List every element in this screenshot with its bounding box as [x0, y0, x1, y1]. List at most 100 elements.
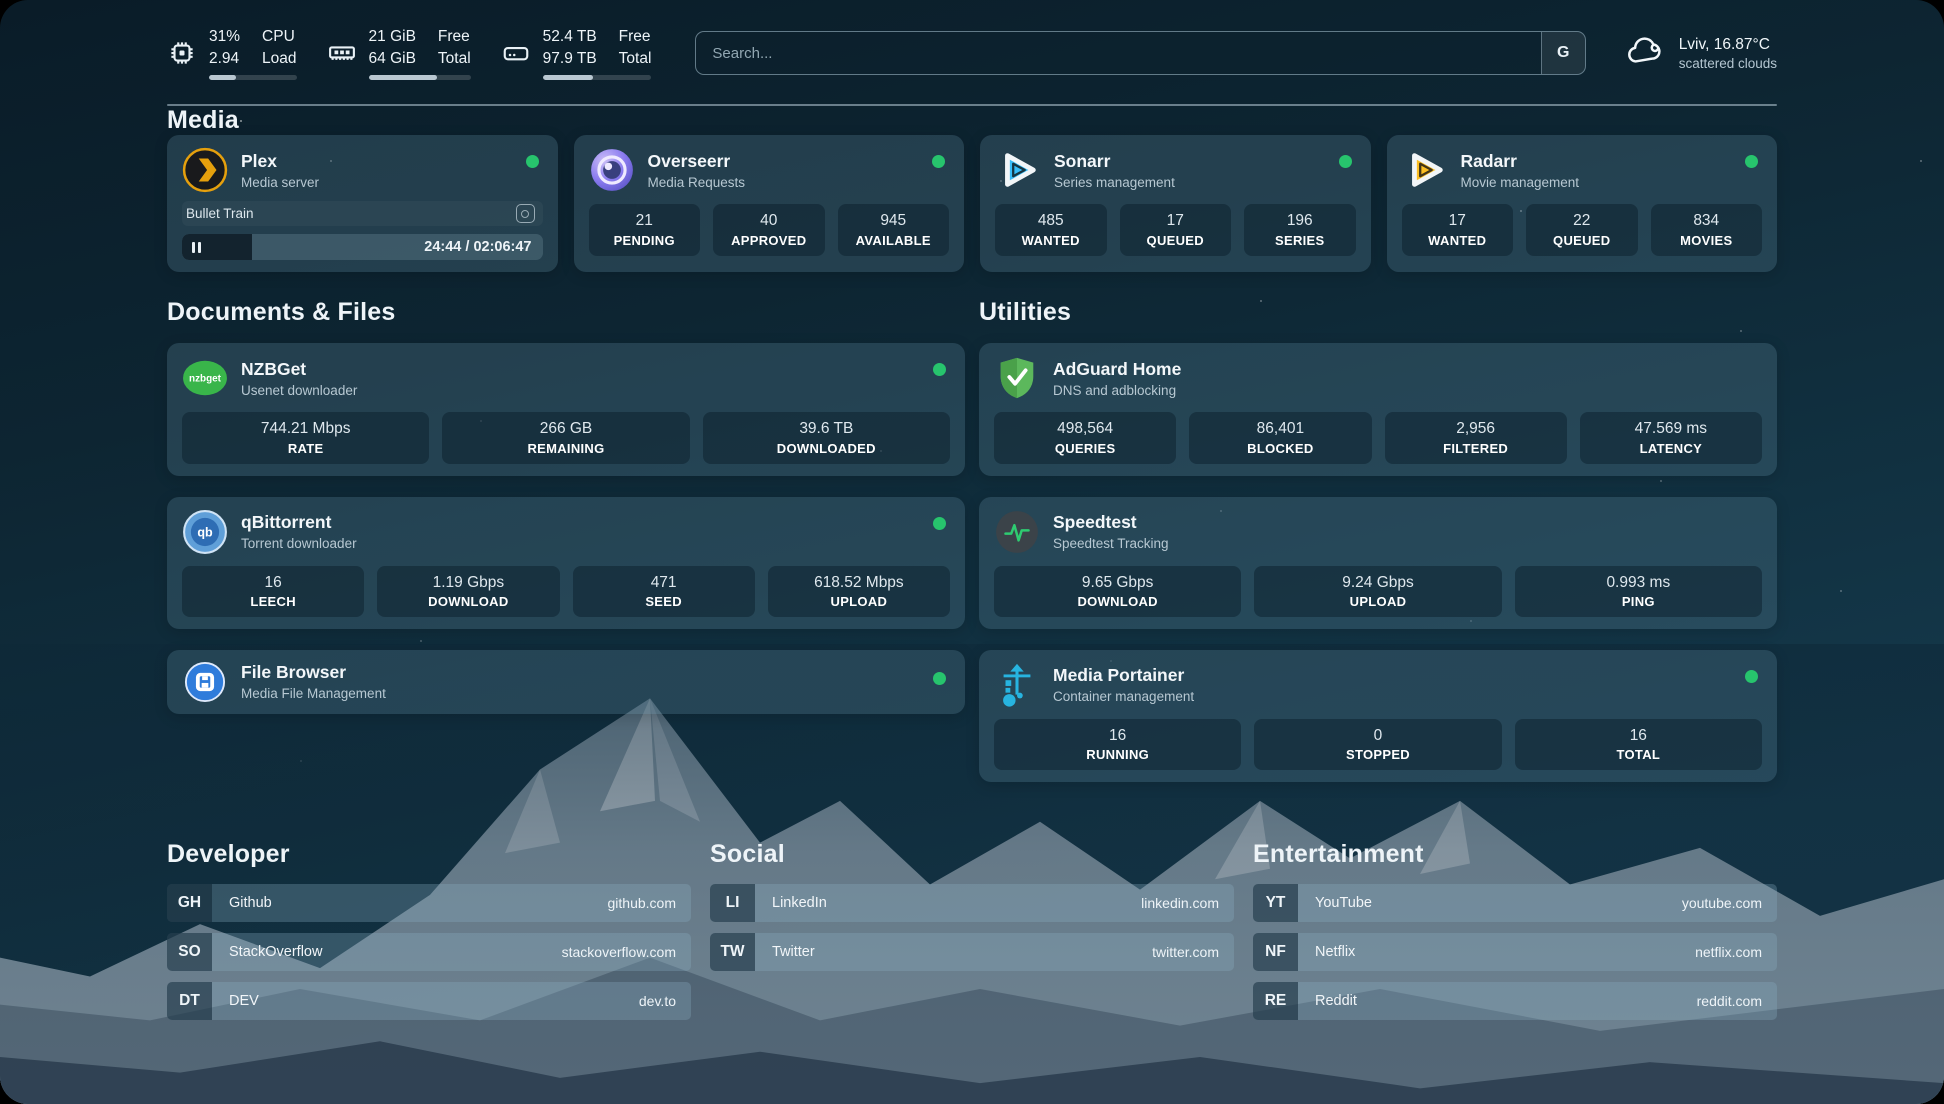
plex-now-playing: Bullet Train [182, 201, 543, 226]
bookmark-abbr: TW [710, 933, 755, 971]
plex-header: Plex Media server [182, 147, 543, 193]
bookmark-name: Twitter [755, 944, 815, 960]
bookmark-name: Reddit [1298, 993, 1357, 1009]
bookmark-github[interactable]: GH Github github.com [167, 884, 691, 922]
bookmark-url: reddit.com [1697, 993, 1777, 1009]
app-card-plex[interactable]: Plex Media server Bullet Train 24:44 / 0… [167, 135, 558, 272]
stat-blocked: 86,401BLOCKED [1189, 412, 1371, 463]
cpu-labels: CPULoad [262, 26, 296, 69]
section-title-social: Social [710, 840, 1234, 869]
sonarr-titles: Sonarr Series management [1054, 151, 1175, 190]
memory-metric-body: 21 GiB64 GiB FreeTotal [369, 26, 471, 80]
app-name: Radarr [1461, 151, 1580, 172]
app-name: Overseerr [648, 151, 746, 172]
stat-download: 9.65 GbpsDOWNLOAD [994, 566, 1241, 617]
svg-text:nzbget: nzbget [189, 374, 222, 385]
app-card-radarr[interactable]: Radarr Movie management 17WANTED 22QUEUE… [1387, 135, 1778, 272]
qbittorrent-stats: 16LEECH 1.19 GbpsDOWNLOAD 471SEED 618.52… [182, 566, 950, 617]
app-name: Speedtest [1053, 512, 1169, 533]
qbittorrent-header: qb qBittorrent Torrent downloader [182, 509, 950, 555]
bookmark-twitter[interactable]: TW Twitter twitter.com [710, 933, 1234, 971]
stat-running: 16RUNNING [994, 719, 1241, 770]
app-card-sonarr[interactable]: Sonarr Series management 485WANTED 17QUE… [980, 135, 1371, 272]
adguard-stats: 498,564QUERIES 86,401BLOCKED 2,956FILTER… [994, 412, 1762, 463]
session-icon[interactable] [516, 204, 535, 223]
radarr-icon [1402, 147, 1448, 193]
app-card-overseerr[interactable]: Overseerr Media Requests 21PENDING 40APP… [574, 135, 965, 272]
bookmark-stackoverflow[interactable]: SO StackOverflow stackoverflow.com [167, 933, 691, 971]
search-input[interactable] [696, 32, 1540, 74]
app-subtitle: Torrent downloader [241, 536, 357, 551]
app-card-speedtest[interactable]: Speedtest Speedtest Tracking 9.65 GbpsDO… [979, 497, 1777, 629]
media-cards: Plex Media server Bullet Train 24:44 / 0… [167, 135, 1777, 272]
qbittorrent-titles: qBittorrent Torrent downloader [241, 512, 357, 551]
bookmark-youtube[interactable]: YT YouTube youtube.com [1253, 884, 1777, 922]
bookmark-dev[interactable]: DT DEV dev.to [167, 982, 691, 1020]
bookmark-abbr: YT [1253, 884, 1298, 922]
weather-widget: Lviv, 16.87°C scattered clouds [1624, 33, 1777, 74]
app-card-qbittorrent[interactable]: qb qBittorrent Torrent downloader 16 [167, 497, 965, 629]
cpu-metric: 31%2.94 CPULoad [167, 26, 297, 80]
now-playing-title: Bullet Train [186, 206, 254, 221]
playback-time: 24:44 / 02:06:47 [424, 239, 531, 255]
overseerr-header: Overseerr Media Requests [589, 147, 950, 193]
stat-rate: 744.21 MbpsRATE [182, 412, 429, 463]
plex-titles: Plex Media server [241, 151, 319, 190]
bookmark-abbr: RE [1253, 982, 1298, 1020]
bookmark-name: StackOverflow [212, 944, 322, 960]
qbittorrent-icon: qb [182, 509, 228, 555]
bookmark-name: Netflix [1298, 944, 1355, 960]
memory-metric: 21 GiB64 GiB FreeTotal [327, 26, 471, 80]
bookmark-linkedin[interactable]: LI LinkedIn linkedin.com [710, 884, 1234, 922]
bookmark-abbr: SO [167, 933, 212, 971]
section-entertainment: Entertainment YT YouTube youtube.com NF … [1253, 840, 1777, 1031]
portainer-header: Media Portainer Container management [994, 662, 1762, 708]
speedtest-stats: 9.65 GbpsDOWNLOAD 9.24 GbpsUPLOAD 0.993 … [994, 566, 1762, 617]
app-subtitle: Series management [1054, 175, 1175, 190]
app-card-filebrowser[interactable]: File Browser Media File Management [167, 650, 965, 714]
bookmark-url: twitter.com [1152, 944, 1234, 960]
nzbget-stats: 744.21 MbpsRATE 266 GBREMAINING 39.6 TBD… [182, 412, 950, 463]
stat-upload: 9.24 GbpsUPLOAD [1254, 566, 1501, 617]
stat-movies: 834MOVIES [1651, 204, 1763, 255]
stat-total: 16TOTAL [1515, 719, 1762, 770]
section-title-media: Media [167, 106, 1777, 135]
stat-latency: 47.569 msLATENCY [1580, 412, 1762, 463]
disk-values: 52.4 TB97.9 TB [543, 26, 597, 69]
weather-location-temp: Lviv, 16.87°C [1679, 36, 1777, 54]
app-name: qBittorrent [241, 512, 357, 533]
bookmark-name: Github [212, 895, 272, 911]
system-metrics: 31%2.94 CPULoad [167, 26, 651, 80]
stat-remaining: 266 GBREMAINING [442, 412, 689, 463]
app-subtitle: Usenet downloader [241, 383, 357, 398]
pause-icon [192, 242, 201, 253]
speedtest-icon [994, 509, 1040, 555]
app-card-adguard[interactable]: AdGuard Home DNS and adblocking 498,564Q… [979, 343, 1777, 475]
stat-downloaded: 39.6 TBDOWNLOADED [703, 412, 950, 463]
playback-progress-bar: 24:44 / 02:06:47 [182, 234, 543, 260]
app-name: Sonarr [1054, 151, 1175, 172]
cpu-metric-body: 31%2.94 CPULoad [209, 26, 297, 80]
memory-progress-bar [369, 75, 471, 80]
stat-queued: 17QUEUED [1120, 204, 1232, 255]
bookmark-url: dev.to [639, 993, 691, 1009]
bookmark-reddit[interactable]: RE Reddit reddit.com [1253, 982, 1777, 1020]
section-developer: Developer GH Github github.com SO StackO… [167, 840, 691, 1031]
bookmark-abbr: NF [1253, 933, 1298, 971]
cpu-icon [167, 38, 197, 68]
bookmark-netflix[interactable]: NF Netflix netflix.com [1253, 933, 1777, 971]
app-card-nzbget[interactable]: nzbget NZBGet Usenet downloader 744. [167, 343, 965, 475]
weather-text: Lviv, 16.87°C scattered clouds [1679, 36, 1777, 71]
search-engine-button[interactable]: G [1541, 32, 1585, 74]
page-content: 31%2.94 CPULoad [0, 0, 1944, 1031]
stat-wanted: 485WANTED [995, 204, 1107, 255]
speedtest-titles: Speedtest Speedtest Tracking [1053, 512, 1169, 551]
app-subtitle: Media Requests [648, 175, 746, 190]
app-subtitle: Speedtest Tracking [1053, 536, 1169, 551]
stat-queued: 22QUEUED [1526, 204, 1638, 255]
cloud-icon [1624, 33, 1666, 74]
radarr-stats: 17WANTED 22QUEUED 834MOVIES [1402, 204, 1763, 255]
stat-approved: 40APPROVED [713, 204, 825, 255]
app-card-portainer[interactable]: Media Portainer Container management 16R… [979, 650, 1777, 782]
disk-progress-bar [543, 75, 652, 80]
